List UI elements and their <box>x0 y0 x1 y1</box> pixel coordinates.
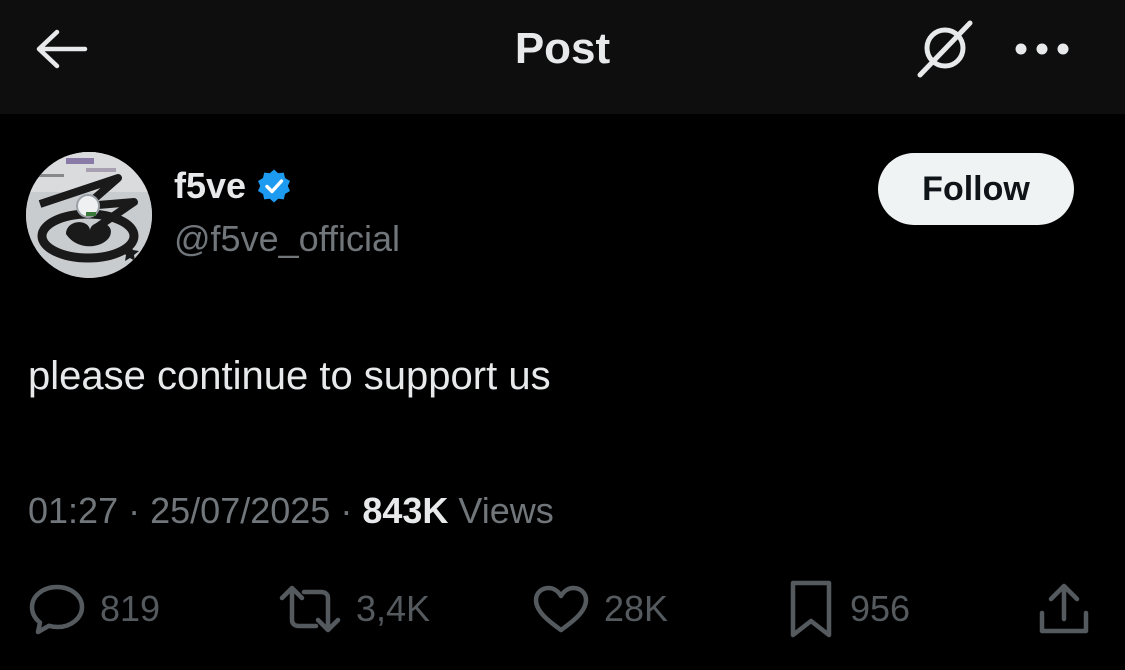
reply-icon <box>29 584 85 635</box>
display-name[interactable]: f5ve <box>174 160 246 212</box>
post-text: please continue to support us <box>28 354 551 398</box>
top-bar: Post <box>0 0 1125 114</box>
bookmark-button[interactable]: 956 <box>786 578 910 640</box>
bookmark-count: 956 <box>850 588 911 629</box>
views-count: 843K <box>362 490 449 531</box>
display-name-row: f5ve <box>174 160 400 212</box>
arrow-left-icon <box>36 29 88 69</box>
heart-icon <box>533 585 589 633</box>
more-options-button[interactable] <box>1004 22 1080 76</box>
share-button[interactable] <box>1036 578 1092 640</box>
avatar-image <box>26 152 152 278</box>
action-bar: 819 3,4K 28K 956 <box>0 578 1125 640</box>
meta-separator: · <box>340 490 353 531</box>
repost-icon <box>279 585 341 633</box>
verified-badge-icon[interactable] <box>256 168 292 204</box>
grok-icon <box>917 20 973 78</box>
more-horizontal-icon <box>1015 43 1069 55</box>
follow-button[interactable]: Follow <box>878 153 1074 225</box>
share-icon <box>1039 583 1089 634</box>
user-handle[interactable]: @f5ve_official <box>174 216 400 262</box>
like-count: 28K <box>604 588 669 629</box>
reply-button[interactable]: 819 <box>28 578 160 640</box>
avatar[interactable] <box>26 152 152 278</box>
post-meta: 01:27 · 25/07/2025 · 843K Views <box>28 486 554 536</box>
back-button[interactable] <box>28 22 94 76</box>
bookmark-icon <box>790 580 832 638</box>
author-info: f5ve @f5ve_official <box>174 160 400 262</box>
post-time[interactable]: 01:27 <box>28 490 118 531</box>
repost-count: 3,4K <box>356 588 431 629</box>
views-label: Views <box>458 490 554 531</box>
repost-button[interactable]: 3,4K <box>278 578 430 640</box>
post-date[interactable]: 25/07/2025 <box>150 490 330 531</box>
grok-button[interactable] <box>906 16 982 82</box>
like-button[interactable]: 28K <box>532 578 668 640</box>
reply-count: 819 <box>100 588 161 629</box>
meta-separator: · <box>128 490 141 531</box>
